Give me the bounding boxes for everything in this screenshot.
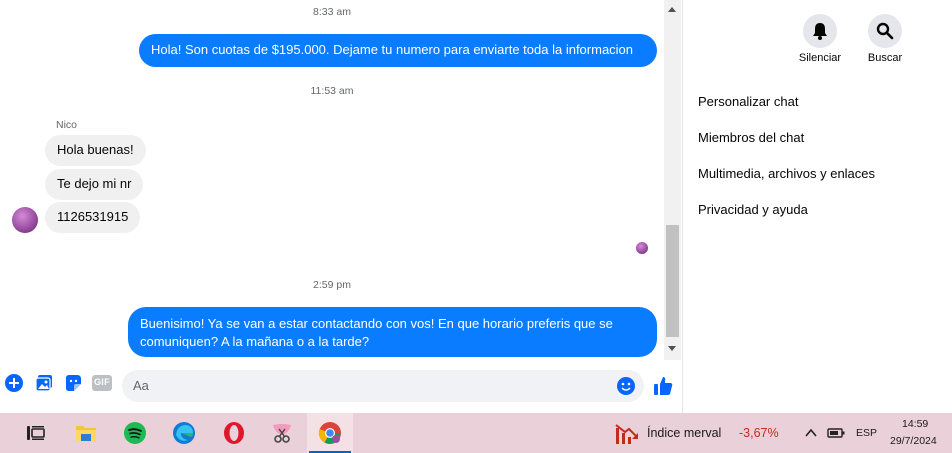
scrollbar-thumb[interactable] bbox=[666, 225, 679, 337]
message-input-placeholder: Aa bbox=[133, 378, 149, 393]
clock-time[interactable]: 14:59 bbox=[902, 418, 928, 430]
search-icon bbox=[876, 22, 894, 40]
stock-down-icon[interactable] bbox=[614, 422, 640, 446]
sender-name: Nico bbox=[56, 119, 78, 131]
gif-icon[interactable]: GIF bbox=[92, 374, 112, 392]
mute-label: Silenciar bbox=[798, 52, 842, 64]
show-hidden-icons-chevron-icon[interactable] bbox=[804, 426, 818, 440]
message-composer: GIF Aa bbox=[0, 360, 682, 413]
read-receipt-avatar bbox=[636, 242, 648, 254]
search-label: Buscar bbox=[867, 52, 903, 64]
file-explorer-icon[interactable] bbox=[74, 421, 98, 445]
menu-item-customize-chat[interactable]: Personalizar chat bbox=[698, 94, 798, 109]
incoming-message[interactable]: 1126531915 bbox=[45, 202, 141, 233]
message-timestamp: 11:53 am bbox=[310, 85, 354, 97]
search-button[interactable] bbox=[868, 14, 902, 48]
edge-icon[interactable] bbox=[172, 421, 196, 445]
snipping-tool-icon[interactable] bbox=[270, 421, 294, 445]
photo-icon[interactable] bbox=[35, 374, 53, 392]
language-indicator[interactable]: ESP bbox=[856, 427, 877, 439]
chat-scrollbar[interactable] bbox=[664, 0, 681, 360]
mute-button[interactable] bbox=[803, 14, 837, 48]
chat-pane: 8:33 am Hola! Son cuotas de $195.000. De… bbox=[0, 0, 664, 413]
windows-taskbar: Índice merval -3,67% ESP 14:59 29/7/2024 bbox=[0, 413, 952, 453]
bell-icon bbox=[813, 23, 827, 40]
opera-icon[interactable] bbox=[222, 421, 246, 445]
gif-label: GIF bbox=[94, 377, 110, 387]
message-timestamp: 2:59 pm bbox=[313, 279, 351, 291]
emoji-icon[interactable] bbox=[617, 377, 635, 395]
incoming-message[interactable]: Te dejo mi nr bbox=[45, 169, 144, 200]
contact-avatar[interactable] bbox=[12, 207, 38, 233]
outgoing-message[interactable]: Hola! Son cuotas de $195.000. Dejame tu … bbox=[139, 34, 657, 67]
outgoing-message[interactable]: Buenisimo! Ya se van a estar contactando… bbox=[128, 307, 657, 357]
ticker-value[interactable]: -3,67% bbox=[739, 426, 779, 440]
task-view-icon[interactable] bbox=[24, 421, 48, 445]
scroll-up-arrow-icon[interactable] bbox=[668, 7, 676, 12]
clock-date[interactable]: 29/7/2024 bbox=[890, 435, 937, 447]
chat-info-sidebar: Silenciar Buscar Personalizar chat Miemb… bbox=[683, 0, 952, 413]
spotify-icon[interactable] bbox=[123, 421, 147, 445]
message-input[interactable]: Aa bbox=[122, 370, 644, 402]
incoming-message[interactable]: Hola buenas! bbox=[45, 135, 146, 166]
menu-item-privacy-help[interactable]: Privacidad y ayuda bbox=[698, 202, 808, 217]
menu-item-chat-members[interactable]: Miembros del chat bbox=[698, 130, 804, 145]
message-timestamp: 8:33 am bbox=[313, 6, 351, 18]
plus-circle-icon[interactable] bbox=[5, 374, 23, 392]
menu-item-media-files-links[interactable]: Multimedia, archivos y enlaces bbox=[698, 166, 875, 181]
ticker-label[interactable]: Índice merval bbox=[647, 426, 721, 440]
scroll-down-arrow-icon[interactable] bbox=[668, 346, 676, 351]
chrome-icon[interactable] bbox=[318, 421, 342, 445]
battery-icon[interactable] bbox=[827, 426, 845, 440]
thumbs-up-icon[interactable] bbox=[653, 376, 673, 396]
sticker-icon[interactable] bbox=[64, 374, 82, 392]
